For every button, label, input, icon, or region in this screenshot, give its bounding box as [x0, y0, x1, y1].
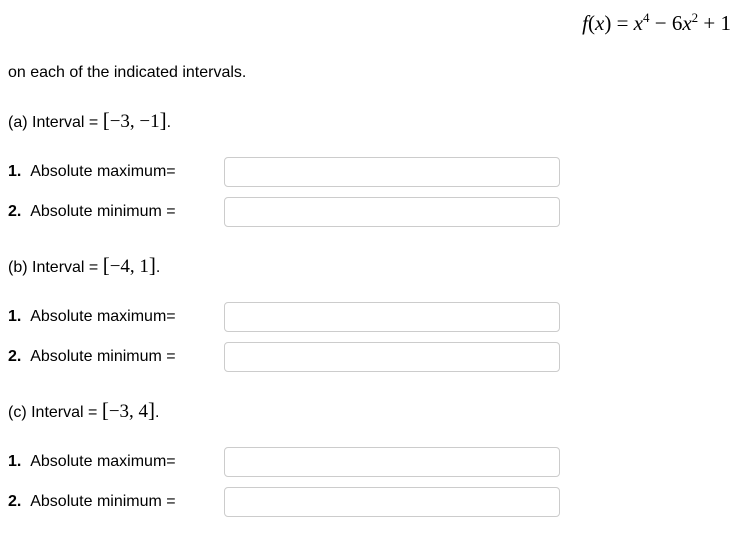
interval-label-c: (c) Interval =	[8, 404, 102, 421]
interval-line-b: (b) Interval = [−4, 1].	[8, 253, 560, 278]
question-a1-label: 1. Absolute maximum=	[8, 163, 224, 181]
question-b2-row: 2. Absolute minimum =	[8, 340, 560, 374]
question-c2-label: 2. Absolute minimum =	[8, 493, 224, 511]
answer-input-b2[interactable]	[224, 342, 560, 372]
answer-input-b1[interactable]	[224, 302, 560, 332]
answer-input-c1[interactable]	[224, 447, 560, 477]
question-b1-row: 1. Absolute maximum=	[8, 300, 560, 334]
function-formula: f(x) = x4 − 6x2 + 1	[582, 10, 731, 36]
question-c2-row: 2. Absolute minimum =	[8, 485, 560, 519]
interval-line-a: (a) Interval = [−3, −1].	[8, 108, 560, 133]
question-b1-label: 1. Absolute maximum=	[8, 308, 224, 326]
answer-input-a1[interactable]	[224, 157, 560, 187]
question-a2-row: 2. Absolute minimum =	[8, 195, 560, 229]
instruction-text: on each of the indicated intervals.	[8, 64, 246, 82]
answer-input-c2[interactable]	[224, 487, 560, 517]
section-b: (b) Interval = [−4, 1]. 1. Absolute maxi…	[8, 253, 560, 374]
answer-input-a2[interactable]	[224, 197, 560, 227]
interval-value-c: [−3, 4]	[102, 401, 155, 422]
interval-value-a: [−3, −1]	[103, 111, 167, 132]
sections-container: (a) Interval = [−3, −1]. 1. Absolute max…	[8, 104, 560, 543]
question-b2-label: 2. Absolute minimum =	[8, 348, 224, 366]
section-c: (c) Interval = [−3, 4]. 1. Absolute maxi…	[8, 398, 560, 519]
interval-label-b: (b) Interval =	[8, 259, 103, 276]
interval-label-a: (a) Interval =	[8, 114, 103, 131]
question-c1-label: 1. Absolute maximum=	[8, 453, 224, 471]
interval-value-b: [−4, 1]	[103, 256, 156, 277]
question-a2-label: 2. Absolute minimum =	[8, 203, 224, 221]
interval-line-c: (c) Interval = [−3, 4].	[8, 398, 560, 423]
section-a: (a) Interval = [−3, −1]. 1. Absolute max…	[8, 108, 560, 229]
question-a1-row: 1. Absolute maximum=	[8, 155, 560, 189]
question-c1-row: 1. Absolute maximum=	[8, 445, 560, 479]
